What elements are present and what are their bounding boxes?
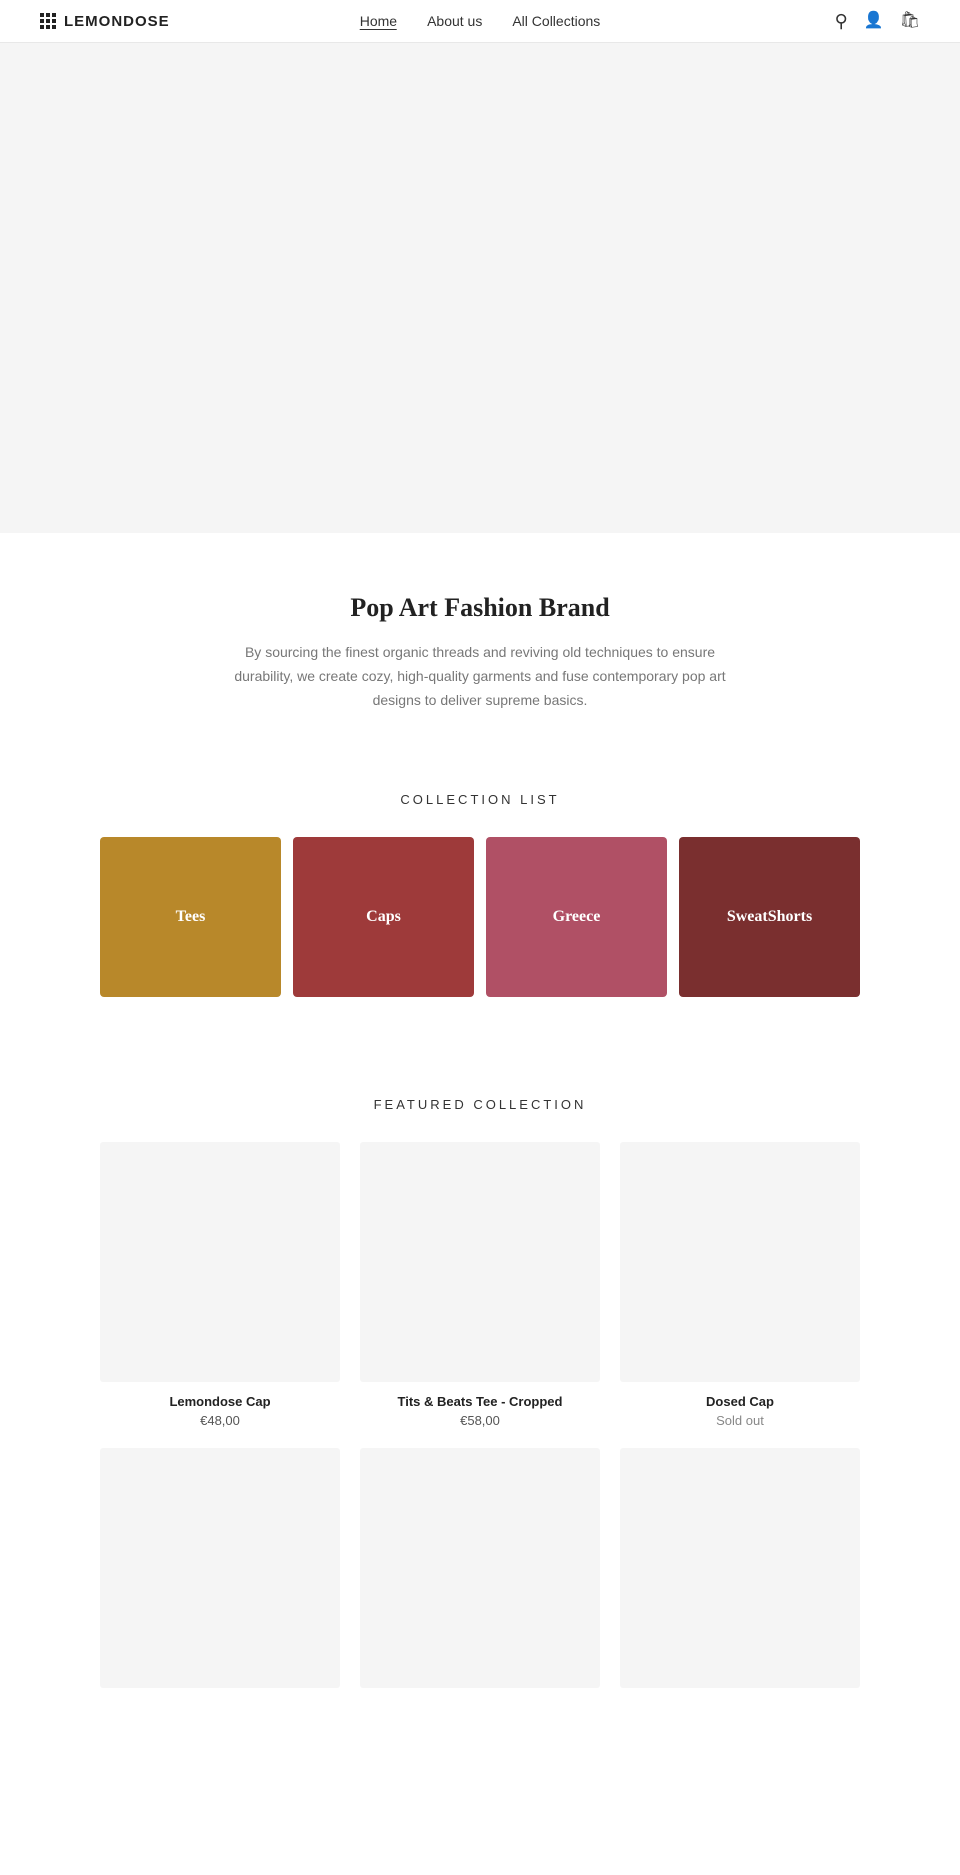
product-name-2: Dosed Cap xyxy=(620,1394,860,1409)
account-icon[interactable]: 👤 xyxy=(864,13,884,29)
product-image-1 xyxy=(360,1142,600,1382)
product-card-3[interactable] xyxy=(100,1448,340,1700)
product-card-2[interactable]: Dosed Cap Sold out xyxy=(620,1142,860,1428)
product-card-1[interactable]: Tits & Beats Tee - Cropped €58,00 xyxy=(360,1142,600,1428)
product-name-1: Tits & Beats Tee - Cropped xyxy=(360,1394,600,1409)
product-grid: Lemondose Cap €48,00 Tits & Beats Tee - … xyxy=(100,1142,860,1700)
featured-collection-title: FEATURED COLLECTION xyxy=(40,1097,920,1112)
collection-list-title: COLLECTION LIST xyxy=(40,792,920,807)
featured-collection-section: FEATURED COLLECTION Lemondose Cap €48,00… xyxy=(0,1057,960,1760)
header-icons: ⚲ 👤 🛍 xyxy=(835,12,920,30)
brand-title: Pop Art Fashion Brand xyxy=(220,593,740,623)
cart-icon[interactable]: 🛍 xyxy=(900,13,920,29)
product-card-0[interactable]: Lemondose Cap €48,00 xyxy=(100,1142,340,1428)
product-price-1: €58,00 xyxy=(360,1413,600,1428)
collection-label-sweatshorts: SweatShorts xyxy=(727,908,812,926)
brand-section: Pop Art Fashion Brand By sourcing the fi… xyxy=(180,533,780,752)
product-image-0 xyxy=(100,1142,340,1382)
product-card-4[interactable] xyxy=(360,1448,600,1700)
hero-banner xyxy=(0,43,960,533)
collection-list-section: COLLECTION LIST Tees Caps Greece SweatSh… xyxy=(0,752,960,1057)
product-image-3 xyxy=(100,1448,340,1688)
collection-card-caps[interactable]: Caps xyxy=(293,837,474,997)
main-nav: Home About us All Collections xyxy=(360,13,601,30)
collection-label-caps: Caps xyxy=(366,908,401,926)
collection-card-greece[interactable]: Greece xyxy=(486,837,667,997)
product-price-0: €48,00 xyxy=(100,1413,340,1428)
product-price-2: Sold out xyxy=(620,1413,860,1428)
site-header: LEMONDOSE Home About us All Collections … xyxy=(0,0,960,43)
product-image-5 xyxy=(620,1448,860,1688)
collection-card-sweatshorts[interactable]: SweatShorts xyxy=(679,837,860,997)
nav-home[interactable]: Home xyxy=(360,13,397,30)
nav-collections[interactable]: All Collections xyxy=(512,13,600,30)
product-name-0: Lemondose Cap xyxy=(100,1394,340,1409)
logo-text: LEMONDOSE xyxy=(64,13,170,30)
collection-card-tees[interactable]: Tees xyxy=(100,837,281,997)
product-image-4 xyxy=(360,1448,600,1688)
product-card-5[interactable] xyxy=(620,1448,860,1700)
logo[interactable]: LEMONDOSE xyxy=(40,13,170,30)
product-image-2 xyxy=(620,1142,860,1382)
brand-description: By sourcing the finest organic threads a… xyxy=(220,641,740,712)
search-icon[interactable]: ⚲ xyxy=(835,12,848,30)
collection-grid: Tees Caps Greece SweatShorts xyxy=(100,837,860,997)
nav-about[interactable]: About us xyxy=(427,13,482,30)
collection-label-greece: Greece xyxy=(553,908,601,926)
collection-label-tees: Tees xyxy=(176,908,206,926)
logo-grid-icon xyxy=(40,13,56,29)
